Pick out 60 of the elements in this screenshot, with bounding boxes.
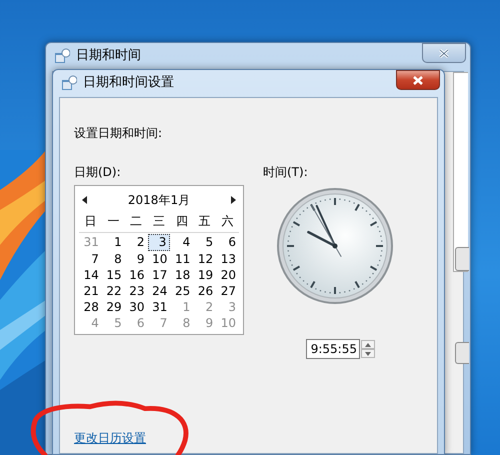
side-button[interactable] [455, 247, 469, 271]
day-cell[interactable]: 14 [79, 267, 102, 283]
clock-calendar-icon [61, 75, 77, 91]
day-cell[interactable]: 28 [79, 299, 102, 315]
day-cell[interactable]: 11 [170, 251, 194, 267]
month-title[interactable]: 2018年1月 [128, 191, 190, 209]
calendar-settings-link[interactable]: 更改日历设置 [74, 431, 146, 445]
clock-calendar-icon [54, 48, 70, 64]
previous-month-icon[interactable] [82, 196, 87, 204]
down-arrow-icon [365, 352, 371, 356]
weekday-header: 六 [220, 213, 235, 230]
day-cell[interactable]: 24 [148, 283, 170, 299]
close-button[interactable] [396, 70, 440, 90]
weekday-header: 日 [83, 213, 98, 230]
time-field[interactable]: 9:55:55 [306, 339, 360, 359]
day-cell[interactable]: 2 [124, 234, 148, 251]
side-button[interactable] [455, 342, 469, 364]
day-cell[interactable]: 3 [148, 234, 170, 251]
day-cell[interactable]: 8 [102, 251, 125, 267]
day-cell[interactable]: 19 [193, 267, 216, 283]
close-icon [439, 48, 449, 58]
weekday-header: 二 [129, 213, 144, 230]
time-label: 时间(T): [263, 164, 309, 181]
day-cell[interactable]: 15 [102, 267, 125, 283]
day-cell[interactable]: 27 [216, 283, 239, 299]
day-cell[interactable]: 23 [124, 283, 148, 299]
date-label: 日期(D): [74, 164, 122, 181]
up-arrow-icon [365, 342, 371, 346]
window-title: 日期和时间 [76, 47, 141, 66]
day-cell[interactable]: 26 [193, 283, 216, 299]
day-cell[interactable]: 25 [170, 283, 194, 299]
day-cell[interactable]: 13 [216, 251, 239, 267]
day-cell[interactable]: 20 [216, 267, 239, 283]
day-cell[interactable]: 21 [79, 283, 102, 299]
day-cell[interactable]: 9 [124, 251, 148, 267]
day-cell[interactable]: 18 [170, 267, 194, 283]
dialog-title: 日期和时间设置 [83, 74, 174, 92]
close-button[interactable] [422, 43, 466, 63]
weekday-header: 四 [174, 213, 189, 230]
day-cell[interactable]: 12 [193, 251, 216, 267]
day-cell[interactable]: 4 [170, 234, 194, 251]
day-cell[interactable]: 5 [193, 234, 216, 251]
day-cell[interactable]: 6 [216, 234, 239, 251]
day-cell[interactable]: 16 [124, 267, 148, 283]
weekday-header: 一 [106, 213, 120, 230]
day-cell[interactable]: 30 [124, 299, 148, 315]
day-cell[interactable]: 22 [102, 283, 125, 299]
day-cell[interactable]: 10 [148, 251, 170, 267]
close-icon [413, 76, 423, 84]
weekday-header: 五 [198, 213, 212, 230]
day-cell[interactable]: 17 [148, 267, 170, 283]
spin-down-button[interactable] [361, 349, 375, 358]
weekday-header: 三 [152, 213, 166, 230]
day-cell[interactable]: 31 [148, 299, 170, 315]
day-cell[interactable]: 29 [102, 299, 125, 315]
spin-up-button[interactable] [361, 340, 375, 349]
next-month-icon[interactable] [231, 196, 236, 204]
day-cell[interactable]: 1 [102, 234, 125, 251]
day-cell[interactable]: 7 [79, 251, 102, 267]
heading: 设置日期和时间: [74, 125, 164, 142]
